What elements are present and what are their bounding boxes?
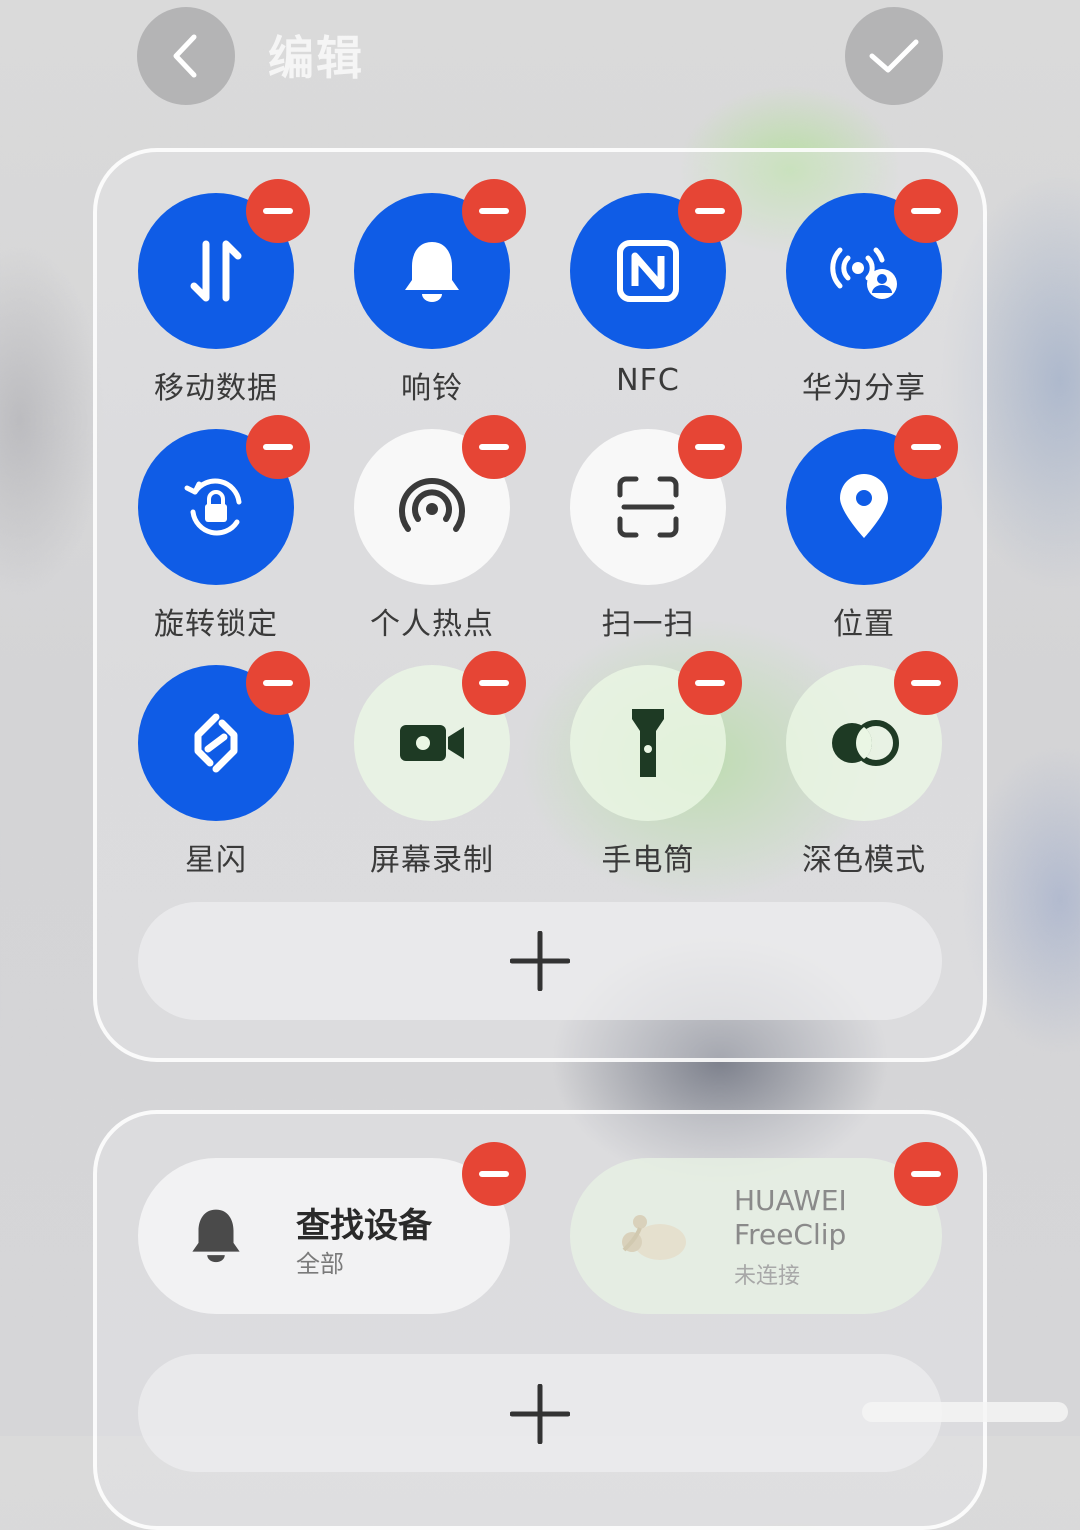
- add-tile-button[interactable]: [138, 902, 942, 1020]
- hotspot-icon: [399, 478, 465, 532]
- card-title-line2: FreeClip: [734, 1218, 847, 1251]
- tile-label: 深色模式: [802, 843, 926, 878]
- card-title: 查找设备: [296, 1206, 432, 1246]
- scan-icon: [617, 476, 679, 538]
- dark-mode-icon: [832, 720, 899, 766]
- tile-label: 位置: [833, 607, 895, 642]
- rotation-lock-icon: [184, 478, 242, 536]
- card-subtitle: 未连接: [734, 1264, 801, 1289]
- earbuds-icon: [622, 1215, 686, 1260]
- chevron-left-icon: [173, 34, 197, 78]
- find-device-card[interactable]: 查找设备 全部: [138, 1158, 510, 1314]
- confirm-button[interactable]: [845, 7, 943, 105]
- nearlink-icon: [194, 713, 238, 773]
- plus-icon: [510, 931, 570, 991]
- tile-label: 华为分享: [802, 371, 926, 406]
- remove-badge-hotspot[interactable]: [462, 415, 526, 479]
- tile-label: 扫一扫: [601, 607, 695, 642]
- tile-label: 屏幕录制: [370, 843, 494, 878]
- home-indicator[interactable]: [862, 1402, 1068, 1422]
- screen-record-icon: [400, 725, 464, 761]
- flashlight-icon: [632, 709, 664, 777]
- remove-badge-dark-mode[interactable]: [894, 651, 958, 715]
- bell-icon: [192, 1209, 240, 1263]
- nfc-icon: [617, 240, 679, 302]
- add-card-button[interactable]: [138, 1354, 942, 1472]
- card-subtitle: 全部: [296, 1250, 344, 1278]
- tile-label: 移动数据: [154, 371, 278, 406]
- remove-badge-freeclip[interactable]: [894, 1142, 958, 1206]
- huawei-share-icon: [830, 247, 897, 299]
- bell-icon: [405, 242, 459, 302]
- remove-badge-location[interactable]: [894, 415, 958, 479]
- card-title-line1: HUAWEI: [734, 1184, 847, 1217]
- remove-badge-nearlink[interactable]: [246, 651, 310, 715]
- remove-badge-mobile-data[interactable]: [246, 179, 310, 243]
- freeclip-card[interactable]: HUAWEI FreeClip 未连接: [570, 1158, 942, 1314]
- remove-badge-rotation-lock[interactable]: [246, 415, 310, 479]
- remove-badge-ringer[interactable]: [462, 179, 526, 243]
- remove-badge-find-device[interactable]: [462, 1142, 526, 1206]
- tile-label: 响铃: [401, 371, 463, 406]
- tile-label: 个人热点: [370, 607, 494, 642]
- checkmark-icon: [869, 39, 919, 73]
- plus-icon: [510, 1384, 570, 1444]
- remove-badge-screen-record[interactable]: [462, 651, 526, 715]
- tile-label: 旋转锁定: [154, 607, 278, 642]
- remove-badge-huawei-share[interactable]: [894, 179, 958, 243]
- location-icon: [840, 474, 888, 538]
- back-button[interactable]: [137, 7, 235, 105]
- remove-badge-scan[interactable]: [678, 415, 742, 479]
- page-title: 编辑: [268, 31, 364, 85]
- remove-badge-flashlight[interactable]: [678, 651, 742, 715]
- remove-badge-nfc[interactable]: [678, 179, 742, 243]
- tile-label: 手电筒: [601, 843, 695, 878]
- tile-label: NFC: [616, 363, 680, 398]
- mobile-data-icon: [190, 240, 242, 302]
- tile-label: 星闪: [185, 843, 247, 878]
